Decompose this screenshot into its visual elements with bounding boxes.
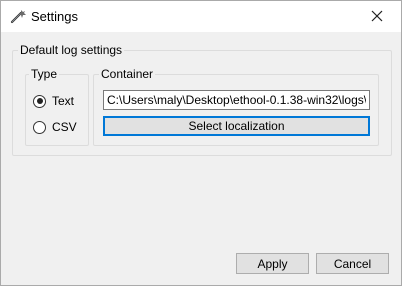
container-path-input[interactable] — [103, 90, 370, 110]
cancel-button[interactable]: Cancel — [316, 253, 389, 274]
radio-csv-label: CSV — [52, 120, 77, 134]
type-group — [25, 74, 89, 146]
radio-text-label: Text — [52, 94, 75, 108]
default-log-settings-label: Default log settings — [18, 43, 125, 57]
close-button[interactable] — [353, 1, 401, 32]
select-localization-label: Select localization — [188, 119, 285, 133]
apply-button[interactable]: Apply — [236, 253, 309, 274]
close-icon — [371, 6, 383, 27]
window-title: Settings — [31, 9, 78, 24]
radio-csv-indicator[interactable] — [33, 120, 46, 134]
title-bar: Settings — [1, 1, 401, 32]
radio-text-indicator[interactable] — [33, 94, 46, 108]
select-localization-button[interactable]: Select localization — [103, 116, 370, 136]
container-group-label: Container — [99, 67, 156, 81]
radio-csv[interactable]: CSV — [33, 120, 77, 134]
settings-dialog: Settings Default log settings Type Text … — [0, 0, 402, 286]
settings-wand-icon — [9, 7, 27, 25]
dialog-body: Default log settings Type Text CSV Conta… — [1, 32, 401, 285]
type-group-label: Type — [29, 67, 60, 81]
apply-label: Apply — [257, 256, 288, 271]
cancel-label: Cancel — [333, 256, 372, 271]
radio-text[interactable]: Text — [33, 94, 74, 108]
